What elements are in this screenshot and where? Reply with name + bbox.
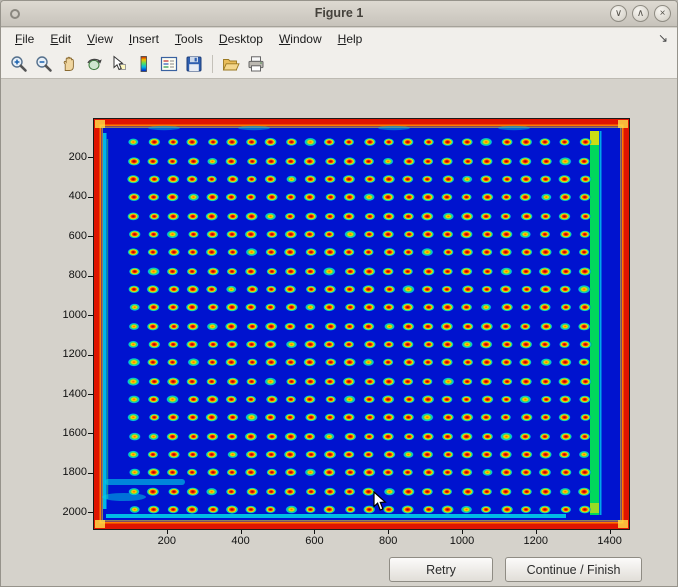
x-tick-label: 1000: [440, 535, 484, 547]
y-tick-label: 1800: [39, 466, 87, 478]
shade-button[interactable]: ∨: [610, 5, 627, 22]
x-tick-label: 600: [292, 535, 336, 547]
x-tick-label: 800: [366, 535, 410, 547]
x-tick-mark: [536, 530, 537, 534]
dock-figure-icon[interactable]: ↘: [658, 31, 668, 45]
toolbar-separator: [212, 55, 213, 73]
y-tick-mark: [88, 512, 93, 513]
y-tick-mark: [88, 197, 93, 198]
rotate-3d-icon[interactable]: [82, 52, 106, 76]
y-tick-label: 800: [39, 269, 87, 281]
zoom-in-icon[interactable]: [7, 52, 31, 76]
zoom-out-icon[interactable]: [32, 52, 56, 76]
menu-items: FileEditViewInsertToolsDesktopWindowHelp: [7, 29, 370, 49]
y-tick-label: 2000: [39, 506, 87, 518]
y-tick-label: 1000: [39, 309, 87, 321]
y-tick-mark: [88, 157, 93, 158]
open-icon[interactable]: [219, 52, 243, 76]
maximize-button[interactable]: ∧: [632, 5, 649, 22]
heatmap-plot[interactable]: [93, 118, 630, 530]
print-icon[interactable]: [244, 52, 268, 76]
y-tick-label: 400: [39, 190, 87, 202]
menu-tools[interactable]: Tools: [167, 29, 211, 49]
continue-finish-button[interactable]: Continue / Finish: [505, 557, 642, 582]
save-icon[interactable]: [182, 52, 206, 76]
y-tick-mark: [88, 473, 93, 474]
y-tick-label: 1600: [39, 427, 87, 439]
x-tick-label: 200: [145, 535, 189, 547]
menu-help[interactable]: Help: [330, 29, 371, 49]
mouse-cursor: [373, 491, 388, 512]
y-tick-mark: [88, 355, 93, 356]
data-cursor-icon[interactable]: [107, 52, 131, 76]
y-tick-mark: [88, 236, 93, 237]
x-tick-label: 400: [219, 535, 263, 547]
y-tick-label: 1400: [39, 388, 87, 400]
x-tick-label: 1400: [588, 535, 632, 547]
window-title: Figure 1: [1, 6, 677, 20]
y-tick-mark: [88, 315, 93, 316]
x-tick-mark: [388, 530, 389, 534]
menu-file[interactable]: File: [7, 29, 42, 49]
menu-view[interactable]: View: [79, 29, 121, 49]
retry-button[interactable]: Retry: [389, 557, 493, 582]
menu-window[interactable]: Window: [271, 29, 330, 49]
y-tick-label: 200: [39, 151, 87, 163]
y-tick-label: 1200: [39, 348, 87, 360]
x-tick-label: 1200: [514, 535, 558, 547]
x-tick-mark: [167, 530, 168, 534]
close-button[interactable]: ×: [654, 5, 671, 22]
menu-insert[interactable]: Insert: [121, 29, 167, 49]
menu-desktop[interactable]: Desktop: [211, 29, 271, 49]
y-tick-label: 600: [39, 230, 87, 242]
x-tick-mark: [241, 530, 242, 534]
titlebar[interactable]: Figure 1 ∨ ∧ ×: [1, 1, 677, 27]
x-tick-mark: [314, 530, 315, 534]
pan-icon[interactable]: [57, 52, 81, 76]
toolbar: [1, 50, 677, 79]
menu-edit[interactable]: Edit: [42, 29, 79, 49]
window-controls: ∨ ∧ ×: [610, 5, 671, 22]
y-tick-mark: [88, 433, 93, 434]
figure-window: Figure 1 ∨ ∧ × FileEditViewInsertToolsDesk…: [0, 0, 678, 587]
y-tick-mark: [88, 276, 93, 277]
y-tick-mark: [88, 394, 93, 395]
menubar: FileEditViewInsertToolsDesktopWindowHelp…: [1, 28, 677, 50]
x-tick-mark: [462, 530, 463, 534]
colorbar-icon[interactable]: [132, 52, 156, 76]
legend-icon[interactable]: [157, 52, 181, 76]
x-tick-mark: [610, 530, 611, 534]
